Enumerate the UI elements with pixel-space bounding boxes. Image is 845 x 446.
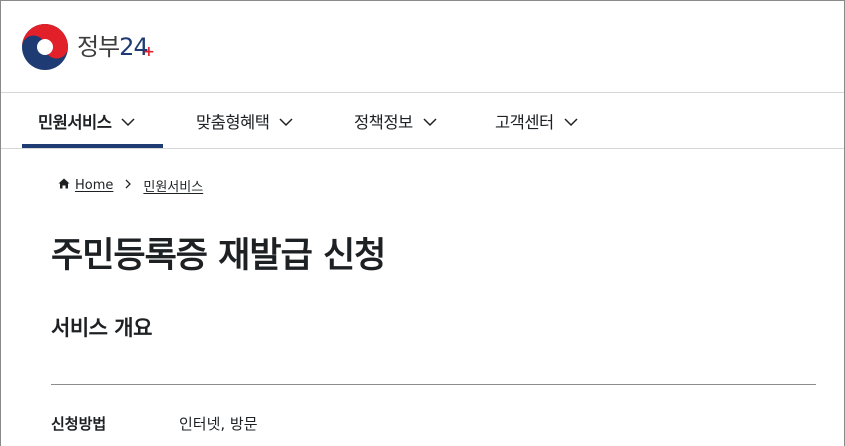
gov24-logo[interactable]: 정부 24 +	[21, 23, 155, 71]
nav-item-policy-info[interactable]: 정책정보	[354, 93, 437, 149]
info-label-apply-method: 신청방법	[51, 415, 107, 433]
breadcrumb-current-link[interactable]: 민원서비스	[143, 176, 203, 195]
breadcrumb-home-link[interactable]: Home	[75, 178, 113, 193]
chevron-down-icon	[564, 112, 578, 131]
nav-item-custom-benefits[interactable]: 맞춤형혜택	[196, 93, 293, 149]
nav-item-civil-services[interactable]: 민원서비스	[38, 93, 135, 149]
nav-item-customer-center[interactable]: 고객센터	[495, 93, 578, 149]
taegeuk-logo-icon	[22, 24, 68, 70]
page-title: 주민등록증 재발급 신청	[51, 236, 386, 276]
chevron-right-icon	[125, 178, 132, 193]
logo-number: 24 +	[119, 33, 155, 61]
home-icon	[58, 178, 70, 193]
chevron-down-icon	[279, 112, 293, 131]
section-divider	[51, 384, 816, 385]
logo-plus: +	[142, 44, 155, 60]
site-header: 정부 24 +	[1, 1, 844, 93]
info-value-apply-method: 인터넷, 방문	[179, 415, 258, 433]
main-nav: 민원서비스 맞춤형혜택 정책정보 고객센터	[1, 93, 844, 149]
section-title: 서비스 개요	[51, 316, 152, 340]
logo-text: 정부	[77, 33, 120, 61]
breadcrumb: Home 민원서비스	[58, 175, 203, 195]
active-nav-indicator	[22, 144, 163, 148]
chevron-down-icon	[121, 112, 135, 131]
chevron-down-icon	[423, 112, 437, 131]
page-frame: 정부 24 + 민원서비스 맞춤형혜택 정책정보 고객센터 Home 민원서비스…	[0, 0, 845, 446]
